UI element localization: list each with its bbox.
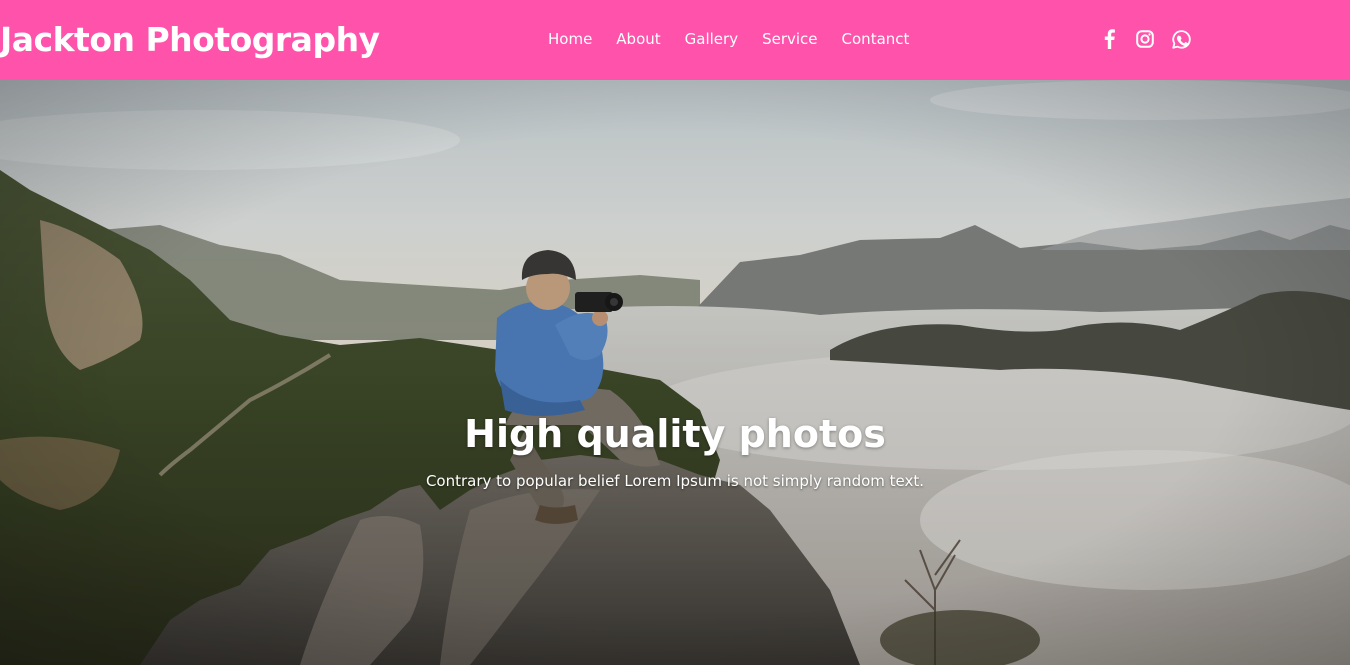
hero-background-photo <box>0 80 1350 665</box>
hero-section: High quality photos Contrary to popular … <box>0 80 1350 665</box>
nav-about-link[interactable]: About <box>604 28 672 50</box>
nav-home-link[interactable]: Home <box>536 28 604 50</box>
main-nav: Home About Gallery Service Contanct <box>536 28 921 50</box>
nav-contact-link[interactable]: Contanct <box>830 28 922 50</box>
social-links <box>1098 28 1192 50</box>
hero-title: High quality photos <box>464 412 886 456</box>
nav-service-link[interactable]: Service <box>750 28 829 50</box>
nav-gallery-link[interactable]: Gallery <box>673 28 750 50</box>
brand-logo[interactable]: Jackton Photography <box>0 18 380 62</box>
facebook-icon[interactable] <box>1098 28 1120 50</box>
whatsapp-icon[interactable] <box>1170 28 1192 50</box>
hero-subtitle: Contrary to popular belief Lorem Ipsum i… <box>425 472 925 490</box>
navbar: Jackton Photography Home About Gallery S… <box>0 0 1350 80</box>
instagram-icon[interactable] <box>1134 28 1156 50</box>
